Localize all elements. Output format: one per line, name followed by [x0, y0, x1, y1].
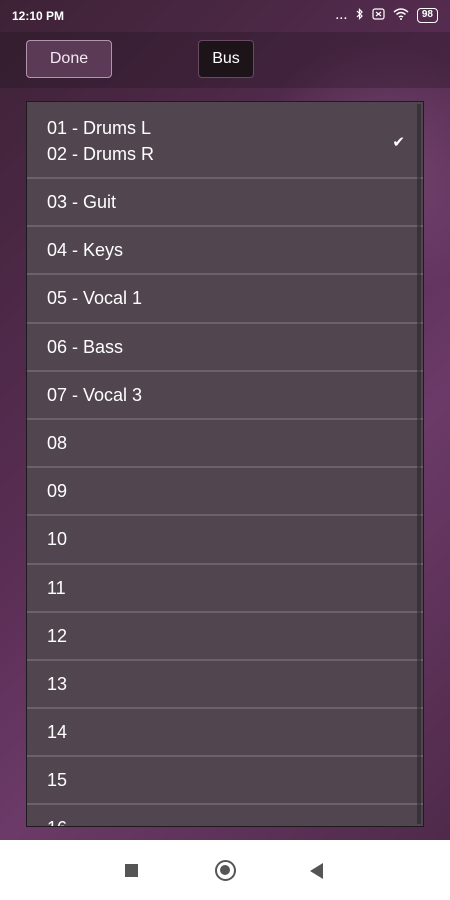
list-item-label: 15	[47, 770, 68, 791]
list-item[interactable]: 13	[27, 661, 423, 710]
list-item[interactable]: 07 - Vocal 3	[27, 372, 423, 420]
list-item[interactable]: 01 - Drums L 02 - Drums R ✔	[27, 102, 423, 179]
status-time: 12:10 PM	[12, 9, 65, 23]
list-item-label: 09	[47, 481, 68, 502]
list-item[interactable]: 09	[27, 468, 423, 517]
list-item[interactable]: 08	[27, 420, 423, 469]
list-item-label: 11	[47, 577, 66, 598]
list-item[interactable]: 12	[27, 613, 423, 661]
list-item-label: 13	[47, 673, 68, 694]
home-icon[interactable]	[215, 860, 236, 881]
list-item[interactable]: 05 - Vocal 1	[27, 275, 423, 324]
done-button[interactable]: Done	[26, 40, 112, 78]
list-item[interactable]: 15	[27, 757, 423, 806]
status-icons: ... 98	[336, 8, 438, 23]
list-item[interactable]: 11	[27, 565, 423, 613]
list-item[interactable]: 03 - Guit	[27, 179, 423, 228]
list-item-label: 01 - Drums L	[47, 118, 152, 138]
list-item-label: 02 - Drums R	[47, 144, 155, 164]
list-item-label: 06 - Bass	[47, 336, 124, 357]
sim-icon	[372, 8, 385, 23]
recent-apps-icon[interactable]	[125, 864, 138, 877]
app-screen: 12:10 PM ... 98 Done Bus 01 - Drums L 02…	[0, 0, 450, 840]
channel-list[interactable]: 01 - Drums L 02 - Drums R ✔ 03 - Guit 04…	[26, 101, 424, 827]
list-item-label: 16	[47, 818, 67, 826]
list-item[interactable]: 14	[27, 709, 423, 758]
list-item-label: 14	[47, 722, 68, 743]
status-bar: 12:10 PM ... 98	[0, 0, 450, 32]
more-notifications-icon: ...	[335, 9, 348, 22]
wifi-icon	[393, 8, 409, 23]
checkmark-icon: ✔	[392, 134, 405, 151]
list-item-label: 03 - Guit	[47, 192, 117, 212]
bus-button[interactable]: Bus	[198, 40, 254, 78]
list-scrollbar[interactable]	[417, 104, 421, 824]
list-item-label: 08	[47, 432, 68, 453]
bluetooth-icon	[356, 8, 364, 23]
battery-icon: 98	[416, 8, 438, 23]
back-icon[interactable]	[310, 863, 323, 879]
list-item-label: 10	[47, 529, 68, 550]
list-item[interactable]: 06 - Bass	[27, 324, 423, 372]
list-item-label: 05 - Vocal 1	[47, 288, 143, 309]
list-item[interactable]: 04 - Keys	[27, 227, 423, 276]
list-item-label: 07 - Vocal 3	[47, 384, 143, 405]
toolbar: Done Bus	[0, 32, 450, 88]
list-item[interactable]: 10	[27, 516, 423, 565]
list-item-label: 04 - Keys	[47, 240, 124, 261]
navigation-bar	[0, 840, 450, 900]
list-item[interactable]: 16	[27, 805, 423, 826]
list-item-label: 12	[47, 625, 68, 646]
